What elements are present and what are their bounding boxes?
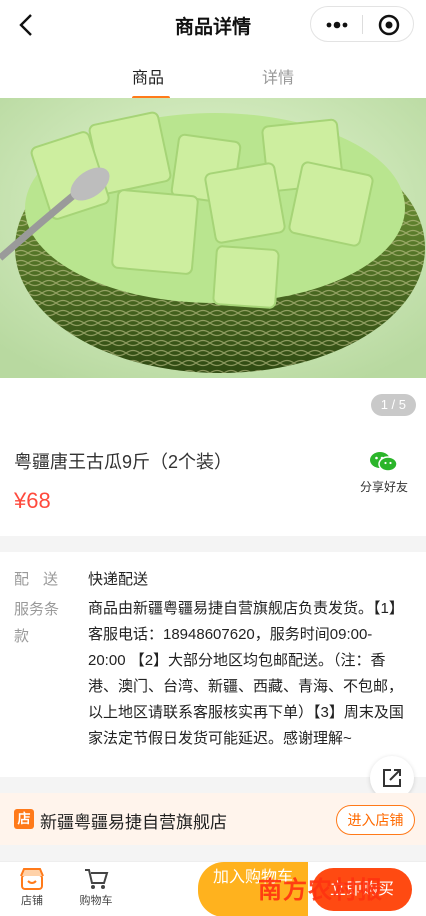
store-bar: 店 新疆粤疆易捷自营旗舰店 进入店铺 xyxy=(0,793,426,845)
tab-details[interactable]: 详情 xyxy=(262,64,294,88)
store-icon: 店 xyxy=(14,809,34,829)
product-price: ¥68 xyxy=(14,488,51,513)
product-tabs: 商品 详情 xyxy=(0,50,426,100)
gallery-footer: 1 / 5 xyxy=(0,378,426,426)
store-name: 新疆粤疆易捷自营旗舰店 xyxy=(40,813,227,832)
close-target-icon[interactable] xyxy=(377,13,401,37)
service-terms-text: 商品由新疆粤疆易捷自营旗舰店负责发货。【1】客服电话：18948607620，服… xyxy=(88,600,404,747)
product-image[interactable] xyxy=(0,98,426,378)
tab-product[interactable]: 商品 xyxy=(132,64,164,88)
image-counter: 1 / 5 xyxy=(370,394,416,416)
top-bar: 商品详情 xyxy=(0,0,426,50)
wechat-icon xyxy=(370,452,398,472)
enter-store-button[interactable]: 进入店铺 xyxy=(336,805,415,835)
store-icon xyxy=(20,868,44,890)
capsule-divider xyxy=(362,15,363,34)
nav-store-label: 店铺 xyxy=(21,895,43,907)
more-icon[interactable] xyxy=(323,15,351,35)
watermark: 南方农村报 xyxy=(258,875,383,904)
mini-program-capsule xyxy=(310,6,414,42)
terms-card: 配送 快递配送 服务条款 商品由新疆粤疆易捷自营旗舰店负责发货。【1】客服电话：… xyxy=(0,552,426,777)
melon-photo xyxy=(0,98,426,378)
share-label: 分享好友 xyxy=(359,480,408,494)
delivery-label: 配送 xyxy=(14,571,73,588)
nav-store[interactable]: 店铺 xyxy=(12,867,52,908)
nav-cart-label: 购物车 xyxy=(79,895,113,907)
cart-icon xyxy=(85,869,109,889)
product-info-card: 粤疆唐王古瓜9斤（2个装） ¥68 分享好友 xyxy=(0,426,426,536)
service-terms-label: 服务条款 xyxy=(14,601,60,645)
product-name: 粤疆唐王古瓜9斤（2个装） xyxy=(14,452,233,472)
nav-cart[interactable]: 购物车 xyxy=(78,867,114,908)
share-link-icon xyxy=(383,769,401,787)
delivery-value: 快递配送 xyxy=(88,571,149,588)
share-friends-button[interactable]: 分享好友 xyxy=(354,450,414,496)
